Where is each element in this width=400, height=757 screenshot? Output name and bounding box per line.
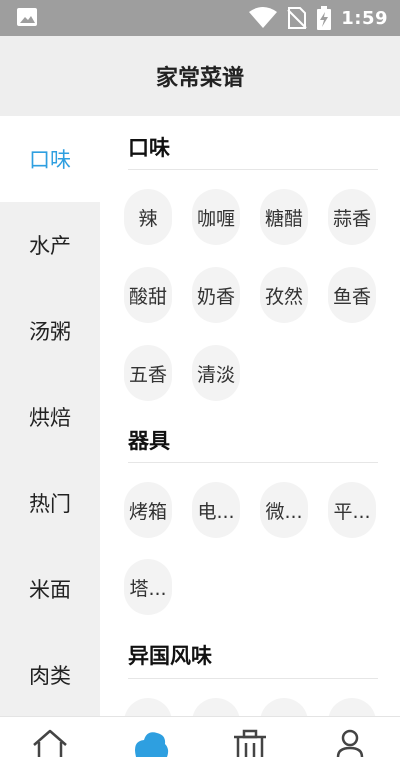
tag-yuxiang[interactable]: 鱼香	[328, 267, 376, 323]
tag-suantian[interactable]: 酸甜	[124, 267, 172, 323]
sidebar-item-mimian[interactable]: 米面	[0, 546, 100, 632]
tag-naixiang[interactable]: 奶香	[192, 267, 240, 323]
page-title: 家常菜谱	[155, 66, 244, 91]
tag-suanxiang[interactable]: 蒜香	[328, 189, 376, 245]
tag-partial[interactable]	[192, 698, 240, 716]
tag-qingdan[interactable]: 清淡	[192, 345, 240, 401]
sidebar-item-kouwei[interactable]: 口味	[0, 116, 100, 202]
tag-kaoxiang[interactable]: 烤箱	[124, 482, 172, 538]
home-icon[interactable]	[30, 727, 70, 757]
sidebar-item-label: 米面	[29, 578, 71, 602]
sidebar-item-remen[interactable]: 热门	[0, 460, 100, 546]
sidebar-item-label: 水产	[29, 234, 71, 258]
tag-partial[interactable]	[260, 698, 308, 716]
sidebar-item-label: 口味	[29, 148, 71, 172]
no-sim-icon	[287, 7, 307, 29]
tag-gali[interactable]: 咖喱	[192, 189, 240, 245]
status-bar: 1:59	[0, 0, 400, 36]
tag-ping[interactable]: 平...	[328, 482, 376, 538]
tag-la[interactable]: 辣	[124, 189, 172, 245]
category-sidebar: 口味 水产 汤粥 烘焙 热门 米面 肉类	[0, 116, 100, 716]
tag-partial[interactable]	[124, 698, 172, 716]
cloud-icon[interactable]	[130, 727, 170, 757]
sidebar-item-hongbei[interactable]: 烘焙	[0, 374, 100, 460]
section-divider	[128, 678, 378, 679]
tag-ta[interactable]: 塔...	[124, 559, 172, 615]
sidebar-item-label: 汤粥	[29, 320, 71, 344]
section-title-yiguofengwei: 异国风味	[128, 644, 212, 668]
section-title-kouwei: 口味	[128, 136, 170, 160]
tag-content: 口味 辣 咖喱 糖醋 蒜香 酸甜 奶香 孜然 鱼香 五香 清淡 器具 烤箱 电.…	[100, 116, 400, 716]
sidebar-item-label: 肉类	[29, 664, 71, 688]
tag-dian[interactable]: 电...	[192, 482, 240, 538]
profile-icon[interactable]	[330, 727, 370, 757]
sidebar-item-label: 热门	[29, 492, 71, 516]
section-divider	[128, 462, 378, 463]
sidebar-item-roulei[interactable]: 肉类	[0, 632, 100, 716]
status-time: 1:59	[341, 7, 388, 29]
tag-ziran[interactable]: 孜然	[260, 267, 308, 323]
section-title-qiju: 器具	[128, 429, 170, 453]
sidebar-item-label: 烘焙	[29, 406, 71, 430]
tag-tangcu[interactable]: 糖醋	[260, 189, 308, 245]
image-icon	[17, 8, 37, 26]
bottom-navigation	[0, 716, 400, 757]
sidebar-item-tangzhou[interactable]: 汤粥	[0, 288, 100, 374]
battery-charging-icon	[317, 6, 332, 30]
tag-wuxiang[interactable]: 五香	[124, 345, 172, 401]
sidebar-item-shuichan[interactable]: 水产	[0, 202, 100, 288]
tag-wei[interactable]: 微...	[260, 482, 308, 538]
app-header: 家常菜谱	[0, 36, 400, 116]
section-divider	[128, 169, 378, 170]
wifi-icon	[249, 7, 278, 28]
trash-icon[interactable]	[230, 727, 270, 757]
tag-partial[interactable]	[328, 698, 376, 716]
